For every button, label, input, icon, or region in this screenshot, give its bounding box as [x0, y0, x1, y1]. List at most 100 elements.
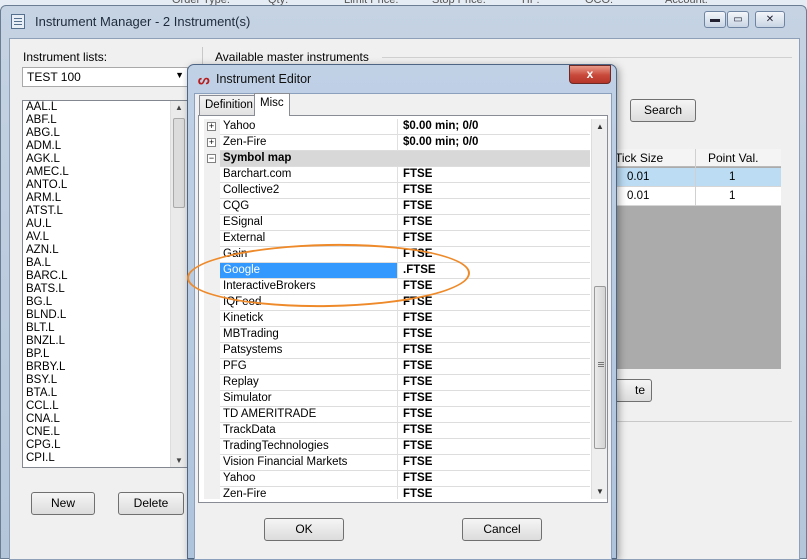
chevron-down-icon[interactable]: ▼ — [175, 70, 184, 80]
expand-icon[interactable]: + — [207, 138, 216, 147]
property-value[interactable]: FTSE — [403, 280, 432, 292]
instrument-list[interactable]: AAL.L ABF.L ABG.L ADM.L AGK.L AMEC.L ANTO.L ARM… — [22, 100, 188, 468]
list-item[interactable]: CNE.L — [23, 426, 187, 439]
collapse-icon[interactable]: − — [207, 154, 216, 163]
property-row[interactable]: Kinetick FTSE — [204, 311, 590, 327]
list-item[interactable]: ATST.L — [23, 205, 187, 218]
list-item[interactable]: CPI.L — [23, 452, 187, 465]
minimize-button[interactable]: ▬ — [704, 11, 726, 28]
property-row[interactable]: Vision Financial Markets FTSE — [204, 455, 590, 471]
main-close-button[interactable]: ✕ — [755, 11, 785, 28]
list-item[interactable]: AAL.L — [23, 101, 187, 114]
list-item[interactable]: AV.L — [23, 231, 187, 244]
cancel-button[interactable]: Cancel — [462, 518, 542, 541]
property-row[interactable]: InteractiveBrokers FTSE — [204, 279, 590, 295]
list-item[interactable]: BG.L — [23, 296, 187, 309]
property-grid-scrollbar[interactable]: ▲ ▼ — [591, 119, 607, 499]
property-row[interactable]: Yahoo FTSE — [204, 471, 590, 487]
maximize-button[interactable]: ▭ — [727, 11, 749, 28]
list-item[interactable]: ABF.L — [23, 114, 187, 127]
column-point-val[interactable]: Point Val. — [708, 151, 758, 165]
list-item[interactable]: CNA.L — [23, 413, 187, 426]
column-tick-size[interactable]: Tick Size — [615, 151, 663, 165]
property-row[interactable]: Simulator FTSE — [204, 391, 590, 407]
list-item[interactable]: ADM.L — [23, 140, 187, 153]
instrument-list-scrollbar[interactable]: ▲ ▼ — [170, 101, 187, 467]
list-item[interactable]: AU.L — [23, 218, 187, 231]
tab-definition[interactable]: Definition — [199, 95, 259, 115]
property-value[interactable]: FTSE — [403, 328, 432, 340]
property-row[interactable]: Collective2 FTSE — [204, 183, 590, 199]
list-item[interactable]: BA.L — [23, 257, 187, 270]
property-value[interactable]: FTSE — [403, 488, 432, 499]
property-value[interactable]: FTSE — [403, 424, 432, 436]
list-item[interactable]: BNZL.L — [23, 335, 187, 348]
list-item[interactable]: ABG.L — [23, 127, 187, 140]
scroll-thumb[interactable] — [173, 118, 185, 208]
property-value[interactable]: .FTSE — [403, 264, 436, 276]
property-value[interactable]: FTSE — [403, 392, 432, 404]
list-item[interactable]: AMEC.L — [23, 166, 187, 179]
ok-button[interactable]: OK — [264, 518, 344, 541]
scroll-up-icon[interactable]: ▲ — [175, 103, 183, 112]
property-value[interactable]: FTSE — [403, 360, 432, 372]
list-item[interactable]: BSY.L — [23, 374, 187, 387]
property-row[interactable]: TradingTechnologies FTSE — [204, 439, 590, 455]
scroll-down-icon[interactable]: ▼ — [596, 487, 604, 496]
search-button[interactable]: Search — [630, 99, 696, 122]
property-row[interactable]: TD AMERITRADE FTSE — [204, 407, 590, 423]
instrument-list-select[interactable]: TEST 100 ▼ — [22, 67, 188, 87]
property-value[interactable]: FTSE — [403, 456, 432, 468]
property-value[interactable]: $0.00 min; 0/0 — [403, 120, 478, 132]
property-row[interactable]: Patsystems FTSE — [204, 343, 590, 359]
property-row[interactable]: + Yahoo $0.00 min; 0/0 — [204, 119, 590, 135]
list-item[interactable]: CCL.L — [23, 400, 187, 413]
scroll-thumb[interactable] — [594, 286, 606, 449]
property-value[interactable]: FTSE — [403, 168, 432, 180]
property-value[interactable]: FTSE — [403, 216, 432, 228]
list-item[interactable]: CPG.L — [23, 439, 187, 452]
list-item[interactable]: BLT.L — [23, 322, 187, 335]
list-item[interactable]: BTA.L — [23, 387, 187, 400]
property-row[interactable]: CQG FTSE — [204, 199, 590, 215]
property-value[interactable]: FTSE — [403, 200, 432, 212]
property-category[interactable]: − Symbol map — [204, 151, 590, 167]
property-row[interactable]: IQFeed FTSE — [204, 295, 590, 311]
property-row[interactable]: Barchart.com FTSE — [204, 167, 590, 183]
scroll-down-icon[interactable]: ▼ — [175, 456, 183, 465]
property-value[interactable]: FTSE — [403, 408, 432, 420]
dialog-close-button[interactable]: x — [569, 65, 611, 84]
list-item[interactable]: ANTO.L — [23, 179, 187, 192]
delete-button[interactable]: Delete — [118, 492, 184, 515]
property-value[interactable]: $0.00 min; 0/0 — [403, 136, 478, 148]
property-value[interactable]: FTSE — [403, 440, 432, 452]
property-value[interactable]: FTSE — [403, 232, 432, 244]
property-row[interactable]: ESignal FTSE — [204, 215, 590, 231]
grid-row[interactable]: 0.01 1 — [607, 168, 781, 187]
property-value[interactable]: FTSE — [403, 312, 432, 324]
list-item[interactable]: AGK.L — [23, 153, 187, 166]
list-item[interactable]: ARM.L — [23, 192, 187, 205]
property-row[interactable]: Google .FTSE — [204, 263, 590, 279]
list-item[interactable]: BARC.L — [23, 270, 187, 283]
list-item[interactable]: BLND.L — [23, 309, 187, 322]
list-item[interactable]: BP.L — [23, 348, 187, 361]
property-row[interactable]: External FTSE — [204, 231, 590, 247]
property-row[interactable]: PFG FTSE — [204, 359, 590, 375]
tab-misc[interactable]: Misc — [254, 93, 290, 116]
new-button[interactable]: New — [31, 492, 95, 515]
list-item[interactable]: AZN.L — [23, 244, 187, 257]
property-row[interactable]: Replay FTSE — [204, 375, 590, 391]
property-row[interactable]: + Zen-Fire $0.00 min; 0/0 — [204, 135, 590, 151]
list-item[interactable]: BATS.L — [23, 283, 187, 296]
property-row[interactable]: TrackData FTSE — [204, 423, 590, 439]
property-value[interactable]: FTSE — [403, 296, 432, 308]
expand-icon[interactable]: + — [207, 122, 216, 131]
property-row[interactable]: MBTrading FTSE — [204, 327, 590, 343]
property-value[interactable]: FTSE — [403, 184, 432, 196]
property-value[interactable]: FTSE — [403, 376, 432, 388]
property-value[interactable]: FTSE — [403, 248, 432, 260]
property-value[interactable]: FTSE — [403, 472, 432, 484]
property-row[interactable]: Gain FTSE — [204, 247, 590, 263]
scroll-up-icon[interactable]: ▲ — [596, 122, 604, 131]
